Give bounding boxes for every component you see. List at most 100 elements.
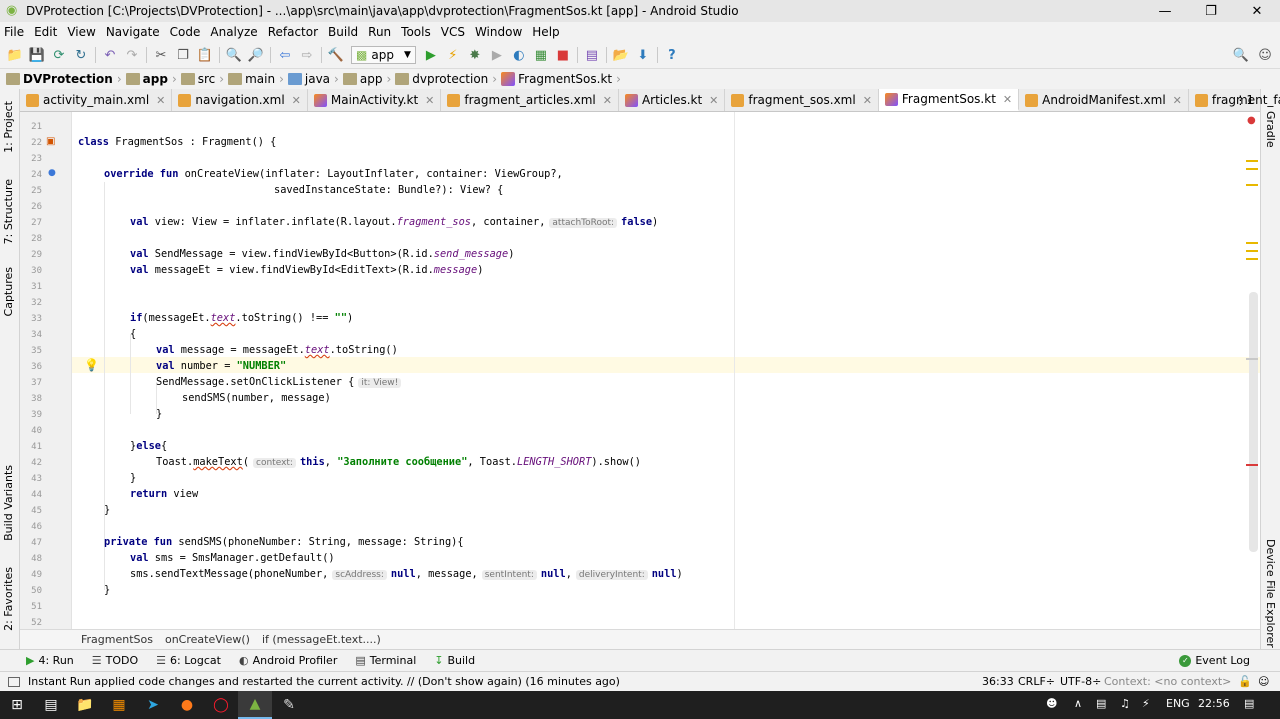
replace-icon[interactable]: 🔎 xyxy=(245,44,267,66)
coverage-icon[interactable]: ▶ xyxy=(486,44,508,66)
device-file-explorer-tool-button[interactable]: Device File Explorer xyxy=(1264,539,1277,648)
warning-stripe-mark[interactable] xyxy=(1246,242,1258,244)
profiler-tool-button[interactable]: ◐ Android Profiler xyxy=(239,654,337,667)
crumb-project[interactable]: DVProtection › xyxy=(6,72,122,86)
save-icon[interactable]: 💾 xyxy=(26,44,48,66)
file-encoding[interactable]: UTF-8÷ xyxy=(1060,675,1101,688)
tab-articles-kt[interactable]: Articles.kt ✕ xyxy=(619,89,726,111)
network-icon[interactable]: ▤ xyxy=(1096,697,1106,710)
caret-position[interactable]: 36:33 xyxy=(982,675,1014,688)
paste-icon[interactable]: 📋 xyxy=(194,44,216,66)
debug-icon[interactable]: ✸ xyxy=(464,44,486,66)
menu-navigate[interactable]: Navigate xyxy=(106,25,160,39)
menu-edit[interactable]: Edit xyxy=(34,25,57,39)
stop-icon[interactable]: ■ xyxy=(552,44,574,66)
error-indicator-icon[interactable]: ● xyxy=(1247,115,1256,126)
avd-manager-icon[interactable]: ▤ xyxy=(581,44,603,66)
volume-icon[interactable]: ♫ xyxy=(1120,697,1130,710)
tab-fragment-articles-xml[interactable]: fragment_articles.xml ✕ xyxy=(441,89,619,111)
tab-navigation-xml[interactable]: navigation.xml ✕ xyxy=(172,89,308,111)
todo-tool-button[interactable]: ☰ TODO xyxy=(92,654,138,667)
notifications-icon[interactable]: ▤ xyxy=(1244,697,1254,710)
warning-stripe-mark[interactable] xyxy=(1246,258,1258,260)
menu-vcs[interactable]: VCS xyxy=(441,25,465,39)
tabs-overflow-button[interactable]: ⋮1 xyxy=(1228,89,1260,111)
close-tab-icon[interactable]: ✕ xyxy=(603,94,612,107)
tab-androidmanifest-xml[interactable]: AndroidManifest.xml ✕ xyxy=(1019,89,1189,111)
back-icon[interactable]: ⇦ xyxy=(274,44,296,66)
tab-activity-main-xml[interactable]: activity_main.xml ✕ xyxy=(20,89,173,111)
cut-icon[interactable]: ✂ xyxy=(150,44,172,66)
crumb-app-package[interactable]: app › xyxy=(342,72,391,86)
run-configuration-select[interactable]: ▩ app ▼ xyxy=(351,46,416,64)
crumb-main[interactable]: main › xyxy=(228,72,284,86)
logcat-tool-button[interactable]: ☰ 6: Logcat xyxy=(156,654,221,667)
menu-help[interactable]: Help xyxy=(532,25,559,39)
event-log-button[interactable]: ✓ Event Log xyxy=(1179,654,1250,667)
crumb-function[interactable]: onCreateView() xyxy=(165,633,250,646)
override-gutter-icon[interactable]: ● xyxy=(48,168,56,178)
class-gutter-icon[interactable]: ▣ xyxy=(46,136,55,147)
user-icon[interactable]: ☺ xyxy=(1254,44,1276,66)
close-tab-icon[interactable]: ✕ xyxy=(1003,93,1012,106)
menu-analyze[interactable]: Analyze xyxy=(210,25,257,39)
opera-icon[interactable]: ◯ xyxy=(204,691,238,719)
power-icon[interactable]: ⚡ xyxy=(1142,697,1150,710)
crumb-file[interactable]: FragmentSos.kt › xyxy=(501,72,621,86)
refresh-icon[interactable]: ↻ xyxy=(70,44,92,66)
firefox-icon[interactable]: ● xyxy=(170,691,204,719)
close-tab-icon[interactable]: ✕ xyxy=(156,94,165,107)
clock[interactable]: 22:56 xyxy=(1198,697,1230,710)
menu-view[interactable]: View xyxy=(67,25,95,39)
lightbulb-icon[interactable]: 💡 xyxy=(84,358,99,372)
forward-icon[interactable]: ⇨ xyxy=(296,44,318,66)
input-language[interactable]: ENG xyxy=(1166,697,1190,710)
context-indicator[interactable]: Context: <no context> xyxy=(1104,675,1231,688)
close-tab-icon[interactable]: ✕ xyxy=(1173,94,1182,107)
warning-stripe-mark[interactable] xyxy=(1246,168,1258,170)
menu-refactor[interactable]: Refactor xyxy=(268,25,318,39)
crumb-module[interactable]: app › xyxy=(125,72,177,86)
close-tab-icon[interactable]: ✕ xyxy=(425,94,434,107)
crumb-java[interactable]: java › xyxy=(287,72,339,86)
undo-icon[interactable]: ↶ xyxy=(99,44,121,66)
find-icon[interactable]: 🔍 xyxy=(223,44,245,66)
project-structure-icon[interactable]: 📂 xyxy=(610,44,632,66)
status-message[interactable]: Instant Run applied code changes and res… xyxy=(28,675,620,688)
status-toggle-icon[interactable] xyxy=(8,676,20,687)
build-tool-button[interactable]: ↧ Build xyxy=(434,654,475,667)
crumb-block[interactable]: if (messageEt.text....) xyxy=(262,633,381,646)
sublime-text-icon[interactable]: ▦ xyxy=(102,691,136,719)
structure-tool-button[interactable]: 7: Structure xyxy=(2,179,15,244)
menu-run[interactable]: Run xyxy=(368,25,391,39)
code-editor[interactable]: 21 22 23 24 25 26 27 28 29 30 31 32 33 3… xyxy=(20,112,1260,629)
minimize-button[interactable]: — xyxy=(1142,0,1188,22)
crumb-src[interactable]: src › xyxy=(180,72,224,86)
people-icon[interactable]: ☻ xyxy=(1046,697,1057,710)
paint-icon[interactable]: ✎ xyxy=(272,691,306,719)
attach-debugger-icon[interactable]: ▦ xyxy=(530,44,552,66)
vertical-scrollbar[interactable] xyxy=(1249,292,1258,552)
build-variants-tool-button[interactable]: Build Variants xyxy=(2,465,15,541)
menu-code[interactable]: Code xyxy=(170,25,201,39)
maximize-button[interactable]: ❐ xyxy=(1188,0,1234,22)
close-button[interactable]: ✕ xyxy=(1234,0,1280,22)
sdk-manager-icon[interactable]: ⬇ xyxy=(632,44,654,66)
error-stripe-mark[interactable] xyxy=(1246,464,1258,466)
close-tab-icon[interactable]: ✕ xyxy=(292,94,301,107)
sync-icon[interactable]: ⟳ xyxy=(48,44,70,66)
help-icon[interactable]: ? xyxy=(661,44,683,66)
search-everywhere-icon[interactable]: 🔍 xyxy=(1230,44,1252,66)
make-project-icon[interactable]: 🔨 xyxy=(325,44,347,66)
menu-tools[interactable]: Tools xyxy=(401,25,431,39)
project-tool-button[interactable]: 1: Project xyxy=(2,101,15,153)
crumb-class[interactable]: FragmentSos xyxy=(81,633,153,646)
android-studio-taskbar-icon[interactable]: ▲ xyxy=(238,691,272,719)
menu-build[interactable]: Build xyxy=(328,25,358,39)
task-view-icon[interactable]: ▤ xyxy=(34,691,68,719)
lock-icon[interactable]: 🔓 xyxy=(1238,675,1252,688)
run-tool-button[interactable]: ▶ 4: Run xyxy=(26,654,74,667)
file-explorer-icon[interactable]: 📁 xyxy=(68,691,102,719)
run-icon[interactable]: ▶ xyxy=(420,44,442,66)
copy-icon[interactable]: ❐ xyxy=(172,44,194,66)
